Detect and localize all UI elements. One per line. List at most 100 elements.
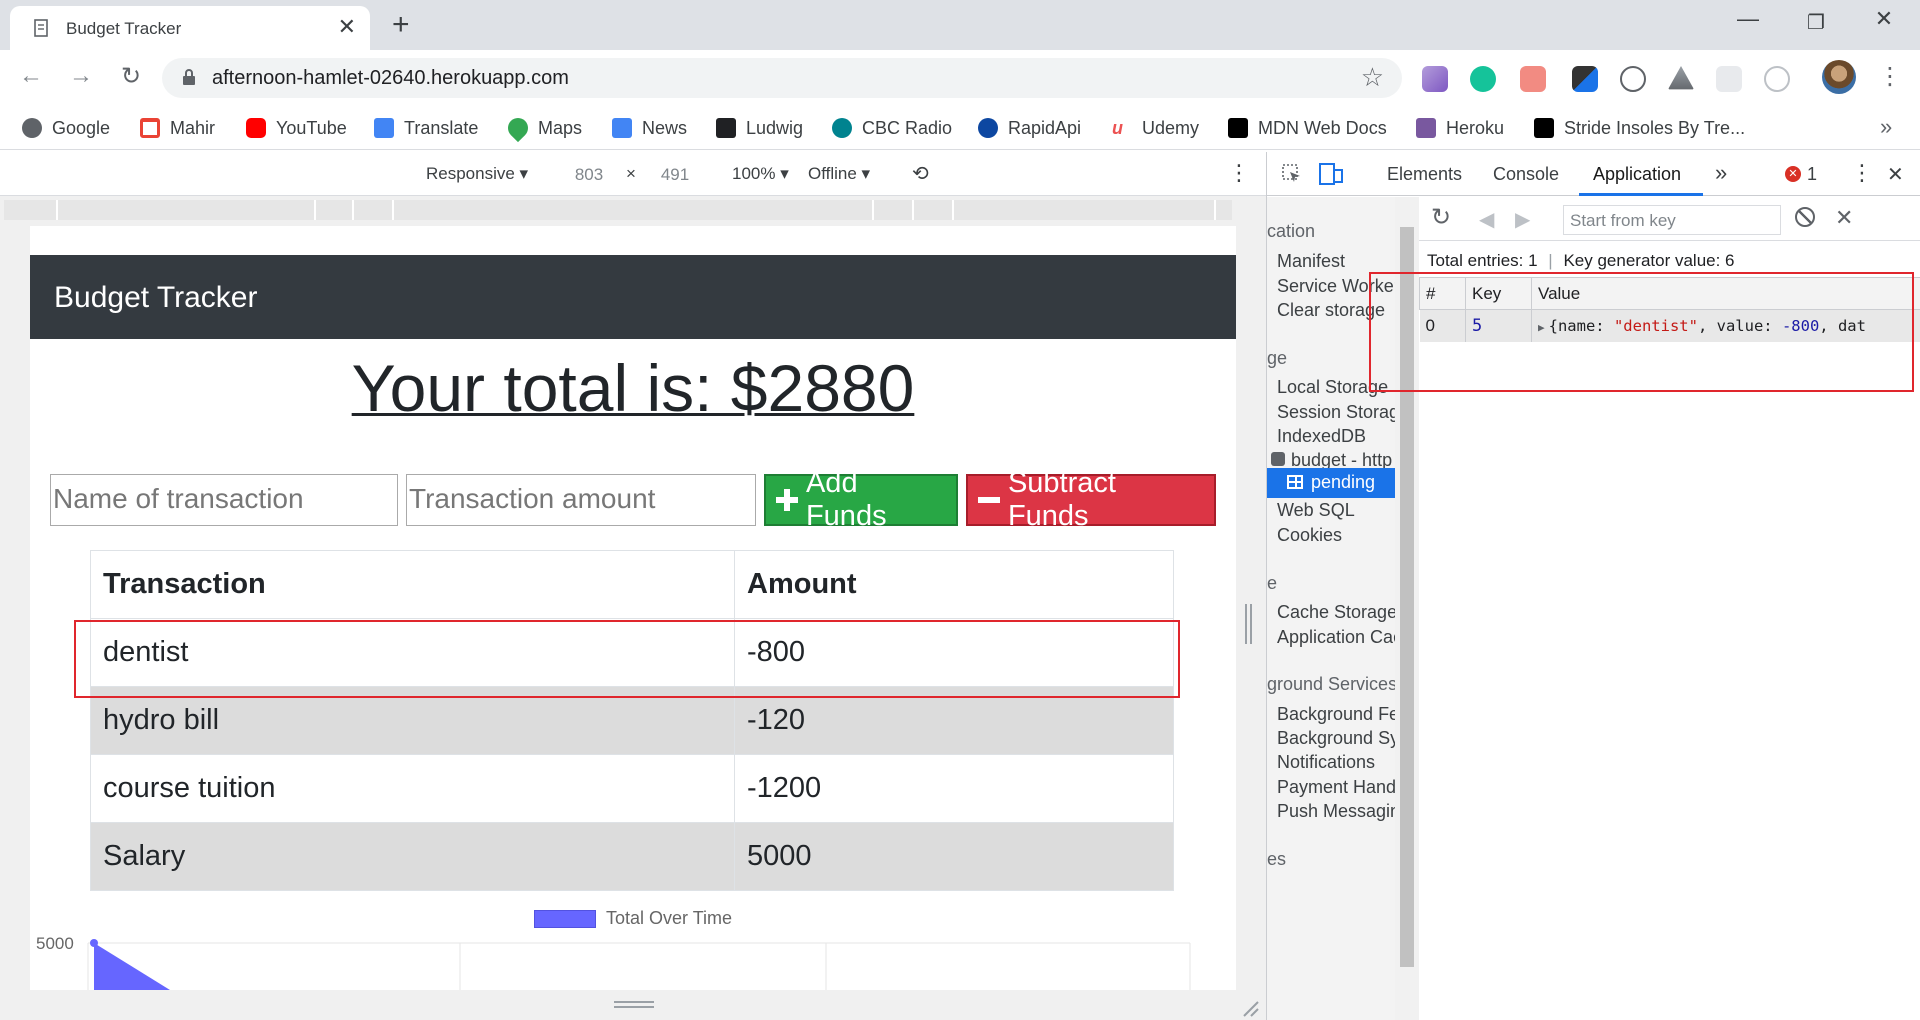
close-tab-icon[interactable]: ✕ — [338, 14, 356, 40]
window-close-icon[interactable]: ✕ — [1864, 6, 1904, 32]
transaction-name-input[interactable]: Name of transaction — [50, 474, 398, 526]
error-icon: ✕ — [1785, 166, 1801, 182]
next-page-icon[interactable]: ▶ — [1515, 207, 1530, 232]
grammarly-icon[interactable] — [1470, 66, 1496, 92]
bookmark-rapidapi[interactable]: RapidApi — [978, 116, 1081, 140]
start-from-key-input[interactable]: Start from key — [1563, 205, 1781, 235]
inspect-element-icon[interactable] — [1281, 163, 1303, 185]
zoom-select[interactable]: 100% ▾ — [732, 164, 789, 184]
subtract-funds-button[interactable]: Subtract Funds — [966, 467, 1216, 532]
browser-tab[interactable]: Budget Tracker ✕ — [10, 6, 370, 50]
add-funds-button[interactable]: Add Funds — [764, 467, 958, 532]
tab-title: Budget Tracker — [66, 19, 182, 38]
bookmark-label: Stride Insoles By Tre... — [1564, 117, 1746, 138]
sidebar-item-cookies[interactable]: Cookies — [1277, 525, 1342, 546]
entries-summary: Total entries: 1 | Key generator value: … — [1427, 251, 1735, 271]
tab-application[interactable]: Application — [1593, 164, 1681, 185]
reload-icon[interactable]: ↻ — [116, 62, 146, 91]
bookmark-google[interactable]: Google — [22, 116, 110, 140]
chrome-menu-icon[interactable]: ⋮ — [1878, 62, 1902, 91]
store-label: pending — [1311, 472, 1376, 492]
indexeddb-toolbar: ↻ ◀ ▶ Start from key ✕ — [1419, 197, 1920, 241]
device-toolbar-toggle-icon[interactable] — [1319, 161, 1343, 187]
sidebar-item-push-messaging[interactable]: Push Messaging — [1277, 801, 1410, 822]
sidebar-item-pending-store[interactable]: pending — [1267, 468, 1395, 498]
sidebar-item-web-sql[interactable]: Web SQL — [1277, 500, 1355, 521]
bookmark-mdn[interactable]: MDN Web Docs — [1228, 116, 1387, 140]
devtools-menu-icon[interactable]: ⋮ — [1851, 160, 1873, 186]
back-icon[interactable]: ← — [16, 62, 46, 90]
corner-resize-icon[interactable] — [1240, 998, 1260, 1018]
code-extension-icon[interactable] — [1620, 66, 1646, 92]
extension-badge-icon[interactable] — [1520, 66, 1546, 92]
network-label: Offline — [808, 164, 857, 183]
sidebar-item-notifications[interactable]: Notifications — [1277, 752, 1375, 773]
more-bookmarks-icon[interactable]: » — [1880, 114, 1892, 140]
sidebar-item-session-storage[interactable]: Session Storage — [1277, 402, 1409, 423]
error-count[interactable]: 1 — [1807, 164, 1817, 185]
sidebar-item-cache-storage[interactable]: Cache Storage — [1277, 602, 1397, 623]
bookmark-news[interactable]: News — [612, 116, 687, 140]
horizontal-resize-handle[interactable] — [614, 1000, 654, 1010]
heroku-icon — [1416, 118, 1436, 138]
devtools-tabbar: Elements Console Application » ✕ 1 ⋮ ✕ — [1267, 152, 1920, 196]
close-devtools-icon[interactable]: ✕ — [1887, 162, 1904, 187]
minimize-icon[interactable]: — — [1728, 6, 1768, 32]
rotate-icon[interactable]: ⟲ — [912, 161, 929, 186]
transaction-amount-input[interactable]: Transaction amount — [406, 474, 756, 526]
forward-icon[interactable]: → — [66, 62, 96, 90]
bookmark-label: Mahir — [170, 117, 216, 138]
device-mode-label: Responsive — [426, 164, 515, 183]
device-mode-select[interactable]: Responsive ▾ — [426, 164, 528, 184]
previous-page-icon[interactable]: ◀ — [1479, 207, 1494, 232]
vertical-resize-handle[interactable] — [1244, 604, 1254, 644]
restore-icon[interactable]: ❐ — [1796, 10, 1836, 35]
bookmark-label: Ludwig — [746, 117, 804, 138]
globe-icon — [22, 118, 42, 138]
tab-elements[interactable]: Elements — [1387, 164, 1462, 185]
device-menu-icon[interactable]: ⋮ — [1228, 160, 1250, 186]
profile-avatar[interactable] — [1822, 60, 1856, 94]
drive-icon[interactable] — [1668, 66, 1694, 90]
keyboard-icon — [716, 118, 736, 138]
sidebar-item-manifest[interactable]: Manifest — [1277, 251, 1345, 272]
bookmark-label: Udemy — [1142, 117, 1200, 138]
viewport-width-input[interactable]: 803 — [552, 160, 626, 188]
bookmark-star-icon[interactable]: ☆ — [1361, 62, 1384, 93]
gmail-icon — [140, 118, 160, 138]
clear-object-store-icon[interactable] — [1795, 207, 1815, 227]
more-tabs-icon[interactable]: » — [1715, 160, 1727, 186]
extension-icon[interactable] — [1716, 66, 1742, 92]
bookmark-label: CBC Radio — [862, 117, 953, 138]
bookmark-youtube[interactable]: YouTube — [246, 116, 347, 140]
delete-selected-icon[interactable]: ✕ — [1835, 205, 1853, 231]
cbc-icon — [832, 118, 852, 138]
highlight-box — [1369, 272, 1914, 392]
viewport-height-input[interactable]: 491 — [638, 160, 712, 188]
eyedropper-icon[interactable] — [1572, 66, 1598, 92]
bookmark-ludwig[interactable]: Ludwig — [716, 116, 803, 140]
total-over-time-chart: 5000 — [36, 934, 1191, 990]
bookmark-label: Google — [52, 117, 111, 138]
tab-strip: Budget Tracker ✕ + — ❐ ✕ — [0, 0, 1920, 50]
sidebar-section-cache: e — [1267, 573, 1278, 593]
refresh-icon[interactable]: ↻ — [1431, 203, 1451, 232]
youtube-icon — [246, 118, 266, 138]
record-extension-icon[interactable] — [1764, 66, 1790, 92]
new-tab-button[interactable]: + — [392, 8, 410, 42]
bookmark-stride[interactable]: Stride Insoles By Tre... — [1534, 116, 1745, 140]
bookmark-maps[interactable]: Maps — [503, 113, 582, 143]
tab-console[interactable]: Console — [1493, 164, 1559, 185]
db-name-label: budget - http — [1291, 450, 1393, 470]
network-throttle-select[interactable]: Offline ▾ — [808, 164, 870, 184]
bookmark-udemy[interactable]: u Udemy — [1112, 116, 1199, 140]
pen-extension-icon[interactable] — [1422, 66, 1448, 92]
bookmark-mahir[interactable]: Mahir — [140, 116, 215, 140]
chart-data-point — [90, 939, 98, 947]
bookmark-translate[interactable]: Translate — [374, 116, 478, 140]
bookmark-cbc-radio[interactable]: CBC Radio — [832, 116, 952, 140]
sidebar-item-indexeddb[interactable]: IndexedDB — [1277, 426, 1366, 447]
stride-icon — [1534, 118, 1554, 138]
bookmark-heroku[interactable]: Heroku — [1416, 116, 1504, 140]
address-bar[interactable]: afternoon-hamlet-02640.herokuapp.com ☆ — [162, 58, 1402, 98]
